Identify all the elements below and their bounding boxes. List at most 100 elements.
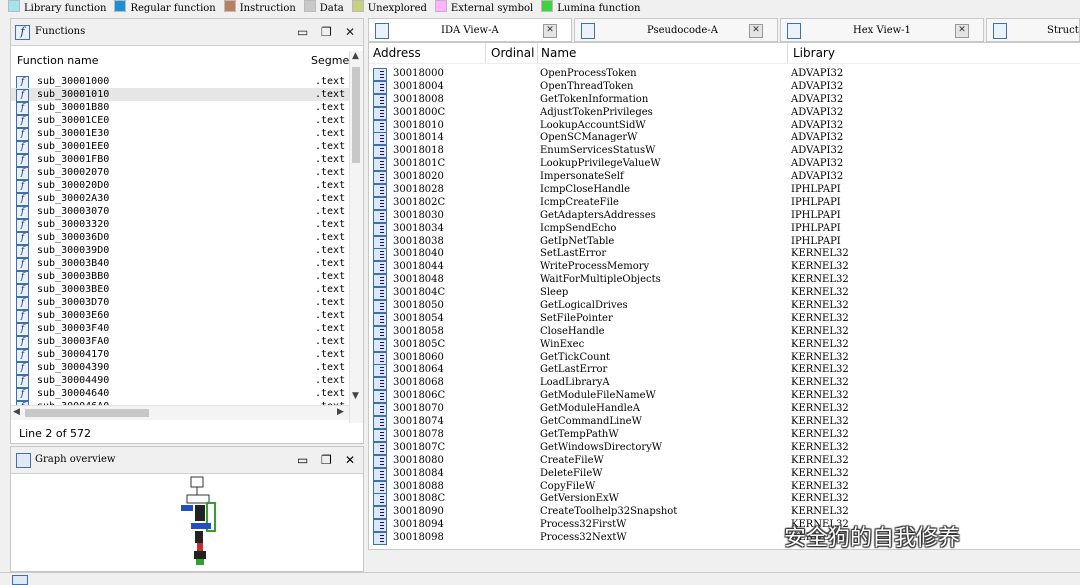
- function-segment: .text: [315, 102, 346, 113]
- function-row[interactable]: f sub_30001000 .text: [11, 75, 349, 89]
- import-row[interactable]: 3001802C IcmpCreateFile IPHLPAPI: [369, 196, 1080, 210]
- import-row[interactable]: 3001806C GetModuleFileNameW KERNEL32: [369, 389, 1080, 404]
- function-row[interactable]: f sub_30003BE0 .text: [11, 283, 349, 297]
- maximize-panel-icon[interactable]: ▭: [297, 19, 308, 45]
- import-row[interactable]: 3001800C AdjustTokenPrivileges ADVAPI32: [369, 106, 1080, 120]
- import-row[interactable]: 30018028 IcmpCloseHandle IPHLPAPI: [369, 183, 1080, 198]
- pseudocode-icon: [581, 23, 595, 39]
- function-row[interactable]: f sub_30003F40 .text: [11, 322, 349, 336]
- scroll-right-arrow-icon[interactable]: ▶: [337, 407, 344, 417]
- import-row[interactable]: 30018020 ImpersonateSelf ADVAPI32: [369, 170, 1080, 185]
- function-row[interactable]: f sub_30003070 .text: [11, 205, 349, 219]
- import-row[interactable]: 30018080 CreateFileW KERNEL32: [369, 454, 1080, 468]
- function-row[interactable]: f sub_30001010 .text: [11, 88, 349, 102]
- import-row[interactable]: 30018030 GetAdaptersAddresses IPHLPAPI: [369, 209, 1080, 223]
- column-function-name[interactable]: Function name: [17, 54, 98, 67]
- function-row[interactable]: f sub_30003D70 .text: [11, 296, 349, 310]
- close-tab-icon[interactable]: ✕: [543, 24, 557, 38]
- function-row[interactable]: f sub_30001EE0 .text: [11, 140, 349, 154]
- column-segment[interactable]: Segme: [311, 54, 349, 67]
- function-row[interactable]: f sub_30001B80 .text: [11, 101, 349, 115]
- import-address: 30018048: [393, 274, 444, 286]
- function-row[interactable]: f sub_30003E60 .text: [11, 309, 349, 323]
- graph-overview-canvas[interactable]: [11, 473, 363, 569]
- tab-structures[interactable]: Struct: [986, 18, 1080, 42]
- function-name: sub_30001000: [37, 76, 110, 87]
- import-row[interactable]: 30018014 OpenSCManagerW ADVAPI32: [369, 131, 1080, 146]
- functions-horizontal-scrollbar[interactable]: ◀ ▶: [11, 405, 349, 420]
- function-row[interactable]: f sub_30004170 .text: [11, 348, 349, 362]
- import-row[interactable]: 30018068 LoadLibraryA KERNEL32: [369, 376, 1080, 391]
- close-tab-icon[interactable]: ✕: [749, 24, 763, 38]
- function-row[interactable]: f sub_30003BB0 .text: [11, 270, 349, 284]
- close-panel-icon[interactable]: ✕: [345, 447, 355, 473]
- scrollbar-thumb[interactable]: [25, 409, 149, 417]
- import-row[interactable]: 30018040 SetLastError KERNEL32: [369, 247, 1080, 262]
- import-row[interactable]: 30018044 WriteProcessMemory KERNEL32: [369, 260, 1080, 275]
- column-name[interactable]: Name: [541, 46, 576, 60]
- import-row[interactable]: 30018048 WaitForMultipleObjects KERNEL32: [369, 273, 1080, 288]
- float-panel-icon[interactable]: ❐: [321, 19, 332, 45]
- function-row[interactable]: f sub_30003B40 .text: [11, 257, 349, 271]
- tab-pseudocode-a[interactable]: Pseudocode-A ✕: [574, 18, 778, 42]
- close-panel-icon[interactable]: ✕: [345, 19, 355, 45]
- import-row[interactable]: 3001805C WinExec KERNEL32: [369, 338, 1080, 352]
- column-address[interactable]: Address: [373, 46, 421, 60]
- import-row[interactable]: 30018058 CloseHandle KERNEL32: [369, 325, 1080, 339]
- close-tab-icon[interactable]: ✕: [955, 24, 969, 38]
- scrollbar-thumb[interactable]: [352, 67, 360, 163]
- import-row[interactable]: 30018050 GetLogicalDrives KERNEL32: [369, 299, 1080, 314]
- import-row[interactable]: 30018090 CreateToolhelp32Snapshot KERNEL32: [369, 505, 1080, 520]
- import-address: 30018070: [393, 403, 444, 415]
- import-row[interactable]: 30018034 IcmpSendEcho IPHLPAPI: [369, 222, 1080, 236]
- function-row[interactable]: f sub_30004490 .text: [11, 374, 349, 388]
- function-row[interactable]: f sub_300039D0 .text: [11, 244, 349, 258]
- function-row[interactable]: f sub_300020D0 .text: [11, 179, 349, 193]
- import-row[interactable]: 30018074 GetCommandLineW KERNEL32: [369, 415, 1080, 430]
- tab-ida-view-a[interactable]: IDA View-A ✕: [368, 18, 572, 42]
- function-row[interactable]: f sub_30001E30 .text: [11, 127, 349, 141]
- function-segment: .text: [315, 180, 346, 191]
- import-row[interactable]: 30018088 CopyFileW KERNEL32: [369, 480, 1080, 494]
- import-row[interactable]: 30018070 GetModuleHandleA KERNEL32: [369, 402, 1080, 417]
- import-row[interactable]: 30018098 Process32NextW KERNEL32: [369, 531, 1080, 546]
- import-row[interactable]: 30018018 EnumServicesStatusW ADVAPI32: [369, 144, 1080, 159]
- function-row[interactable]: f sub_30002A30 .text: [11, 192, 349, 206]
- import-row[interactable]: 30018004 OpenThreadToken ADVAPI32: [369, 80, 1080, 94]
- import-row[interactable]: 30018078 GetTempPathW KERNEL32: [369, 428, 1080, 442]
- import-row[interactable]: 30018084 DeleteFileW KERNEL32: [369, 467, 1080, 481]
- float-panel-icon[interactable]: ❐: [321, 447, 332, 473]
- legend-label: Data: [319, 3, 344, 14]
- import-row[interactable]: 30018008 GetTokenInformation ADVAPI32: [369, 93, 1080, 107]
- import-row[interactable]: 30018010 LookupAccountSidW ADVAPI32: [369, 119, 1080, 133]
- import-row[interactable]: 3001804C Sleep KERNEL32: [369, 286, 1080, 301]
- function-row[interactable]: f sub_30002070 .text: [11, 166, 349, 180]
- function-row[interactable]: f sub_30003FA0 .text: [11, 335, 349, 349]
- function-row[interactable]: f sub_30001CE0 .text: [11, 114, 349, 128]
- import-row[interactable]: 30018038 GetIpNetTable IPHLPAPI: [369, 235, 1080, 249]
- function-row[interactable]: f sub_30003320 .text: [11, 218, 349, 232]
- function-row[interactable]: f sub_300036D0 .text: [11, 231, 349, 245]
- scroll-up-arrow-icon[interactable]: ▲: [352, 51, 359, 61]
- function-row[interactable]: f sub_30001FB0 .text: [11, 153, 349, 167]
- maximize-panel-icon[interactable]: ▭: [297, 447, 308, 473]
- import-row[interactable]: 30018054 SetFilePointer KERNEL32: [369, 312, 1080, 326]
- tab-hex-view-1[interactable]: Hex View-1 ✕: [780, 18, 984, 42]
- import-row[interactable]: 3001808C GetVersionExW KERNEL32: [369, 492, 1080, 507]
- function-row[interactable]: f sub_30004640 .text: [11, 387, 349, 401]
- scroll-down-arrow-icon[interactable]: ▼: [352, 391, 359, 401]
- import-name: IcmpSendEcho: [540, 222, 617, 234]
- import-row[interactable]: 30018000 OpenProcessToken ADVAPI32: [369, 67, 1080, 81]
- import-row[interactable]: 3001801C LookupPrivilegeValueW ADVAPI32: [369, 157, 1080, 172]
- import-row[interactable]: 30018094 Process32FirstW KERNEL32: [369, 518, 1080, 533]
- functions-vertical-scrollbar[interactable]: ▲ ▼: [349, 51, 363, 423]
- import-row[interactable]: 30018060 GetTickCount KERNEL32: [369, 351, 1080, 365]
- import-row[interactable]: 3001807C GetWindowsDirectoryW KERNEL32: [369, 441, 1080, 455]
- import-address: 30018098: [393, 532, 444, 544]
- function-row[interactable]: f sub_30004390 .text: [11, 361, 349, 375]
- column-ordinal[interactable]: Ordinal: [491, 46, 534, 60]
- import-name: IcmpCloseHandle: [540, 184, 630, 196]
- import-row[interactable]: 30018064 GetLastError KERNEL32: [369, 363, 1080, 378]
- scroll-left-arrow-icon[interactable]: ◀: [13, 407, 20, 417]
- column-library[interactable]: Library: [793, 46, 835, 60]
